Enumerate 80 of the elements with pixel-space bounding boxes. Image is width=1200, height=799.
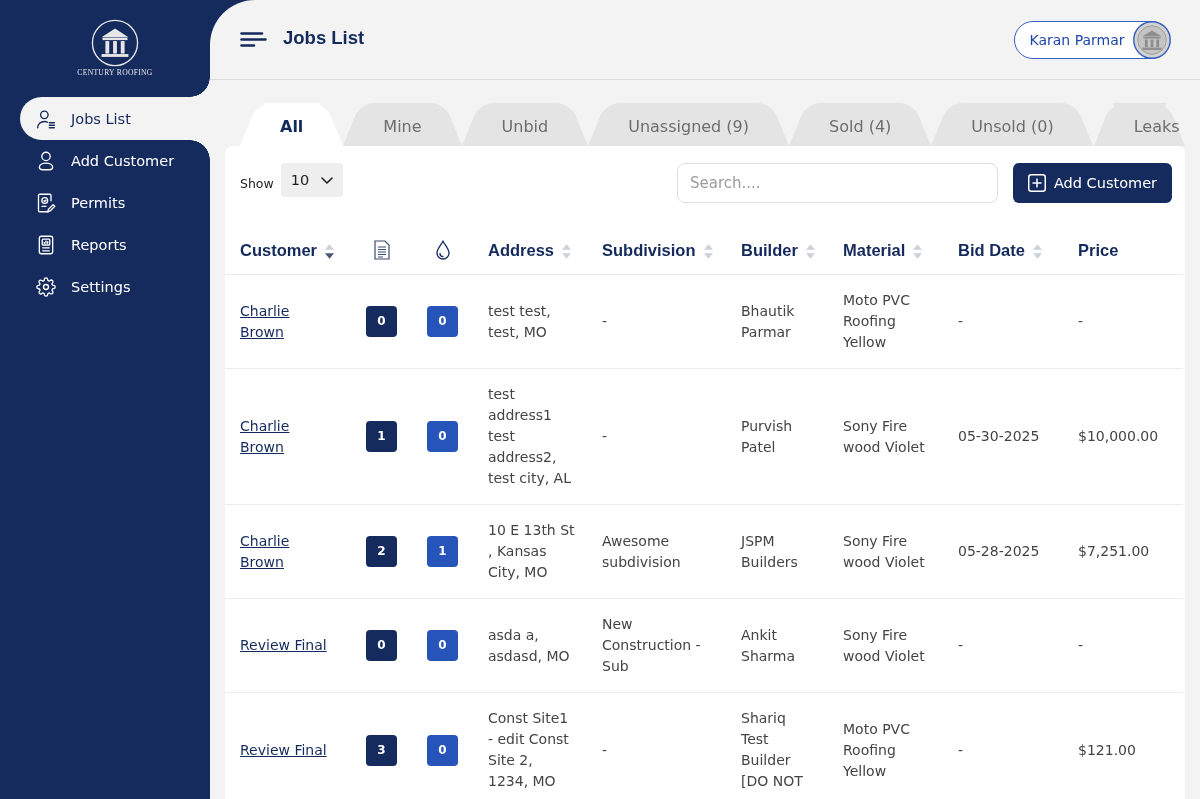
table-cell: Purvish Patel <box>726 368 828 505</box>
count-badge: 2 <box>366 536 397 567</box>
table-cell: 10 E 13th St , Kansas City, MO <box>473 504 587 599</box>
table-cell: 05-30-2025 <box>943 368 1063 505</box>
tab[interactable]: Leaks <box>1093 103 1185 146</box>
customer-link[interactable]: Review Final <box>240 635 327 656</box>
table-cell: - <box>1063 274 1183 369</box>
column-header: Customer <box>240 240 317 260</box>
table-cell: $10,000.00 <box>1063 368 1183 505</box>
table-cell: New Construction - Sub <box>587 598 726 693</box>
table-cell: Ankit Sharma <box>726 598 828 693</box>
user-menu-button[interactable]: Karan Parmar <box>1014 20 1170 59</box>
column-header: Price <box>1078 240 1119 260</box>
nav-item[interactable]: Permits <box>20 182 210 224</box>
table-cell: - <box>1063 598 1183 693</box>
count-badge: 3 <box>366 734 397 766</box>
table-cell: - <box>943 598 1063 693</box>
count-badge: 0 <box>427 630 458 661</box>
count-badge: 1 <box>366 421 397 452</box>
table-cell: asda a, asdasd, MO <box>473 598 587 693</box>
customer-link[interactable]: Charlie Brown <box>240 415 332 458</box>
add-customer-button[interactable]: Add Customer <box>1013 163 1172 203</box>
temple-logo-icon <box>91 19 139 67</box>
table-cell: - <box>587 692 726 799</box>
table-cell: test test, test, MO <box>473 274 587 369</box>
column-header: Subdivision <box>602 240 696 260</box>
search-field[interactable]: Search.... <box>677 163 998 203</box>
document-pen-icon <box>36 193 56 213</box>
tab[interactable]: All <box>240 103 344 146</box>
customer-link[interactable]: Charlie Brown <box>240 530 332 573</box>
count-badge: 1 <box>427 536 458 567</box>
plus-square-icon <box>1027 174 1046 192</box>
page-size-select[interactable]: 10 <box>280 163 343 197</box>
customer-link[interactable]: Charlie Brown <box>240 300 332 343</box>
column-header: Material <box>843 240 906 260</box>
table-cell: Moto PVC Roofing Yellow <box>828 274 943 369</box>
nav-item[interactable]: Reports <box>20 224 210 266</box>
settings-icon <box>36 277 56 297</box>
table-cell: $121.00 <box>1063 692 1183 799</box>
count-badge: 0 <box>366 306 397 337</box>
nav-item[interactable]: Settings <box>20 266 210 308</box>
chevron-down-icon <box>320 176 333 184</box>
table-cell: - <box>587 368 726 505</box>
table-cell: - <box>943 692 1063 799</box>
tab[interactable]: Unassigned (9) <box>588 103 790 146</box>
report-icon <box>36 235 56 255</box>
menu-icon[interactable] <box>240 32 267 47</box>
table-cell: - <box>587 274 726 369</box>
nav-item[interactable]: Add Customer <box>20 140 210 182</box>
count-badge: 0 <box>427 306 458 337</box>
table-cell: JSPM Builders <box>726 504 828 599</box>
tab[interactable]: Sold (4) <box>789 103 932 146</box>
column-header: Bid Date <box>958 240 1025 260</box>
avatar-icon <box>1132 20 1171 59</box>
table-cell: test address1 test address2, test city, AL <box>473 368 587 505</box>
column-header: Address <box>488 240 555 260</box>
table-cell: 05-28-2025 <box>943 504 1063 599</box>
column-header: Builder <box>741 240 798 260</box>
page-title: Jobs List <box>283 26 365 49</box>
count-badge: 0 <box>366 630 397 661</box>
nav-item[interactable]: Jobs List <box>20 97 210 140</box>
user-icon <box>36 151 56 171</box>
table-cell: $7,251.00 <box>1063 504 1183 599</box>
table-cell: Awesome subdivision <box>587 504 726 599</box>
tab[interactable]: Unsold (0) <box>931 103 1094 146</box>
count-badge: 0 <box>427 734 458 766</box>
table-cell: Sony Fire wood Violet <box>828 504 943 599</box>
table-cell: Sony Fire wood Violet <box>828 368 943 505</box>
tab[interactable]: Mine <box>343 103 462 146</box>
table-cell: Bhautik Parmar <box>726 274 828 369</box>
table-cell: Sony Fire wood Violet <box>828 598 943 693</box>
tab[interactable]: Unbid <box>461 103 589 146</box>
table-cell: - <box>943 274 1063 369</box>
user-list-icon <box>36 108 56 129</box>
table-cell: Moto PVC Roofing Yellow <box>828 692 943 799</box>
customer-link[interactable]: Review Final <box>240 739 327 761</box>
table-cell: Const Site1 - edit Const Site 2, 1234, MO <box>473 692 587 799</box>
table-cell: Shariq Test Builder [DO NOT <box>726 692 828 799</box>
show-label: Show <box>240 175 274 191</box>
count-badge: 0 <box>427 421 458 452</box>
